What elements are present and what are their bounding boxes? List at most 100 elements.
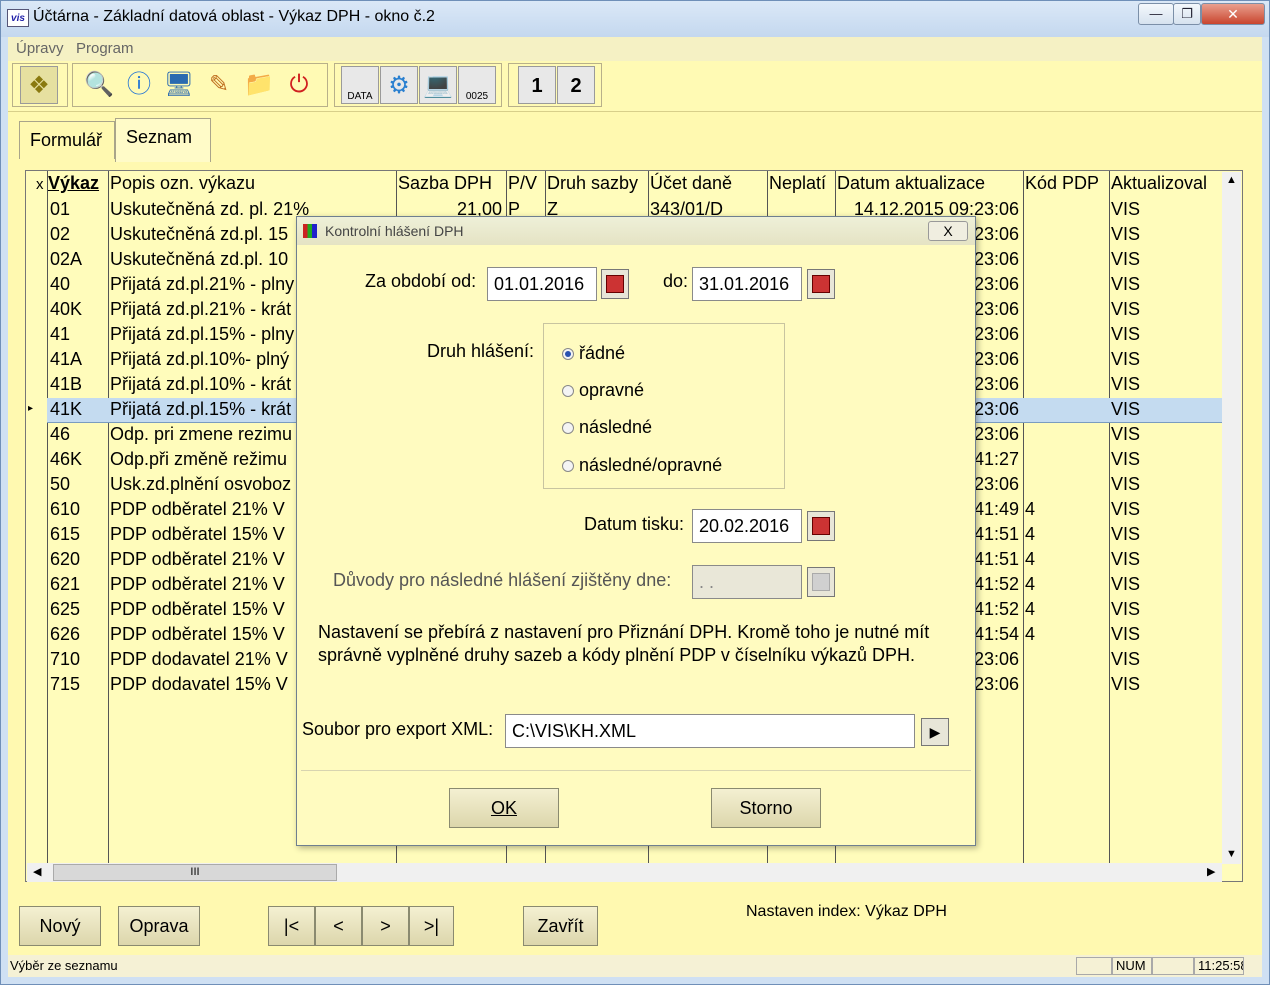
column-header-pv[interactable]: P/V [508, 173, 537, 194]
cell-vykaz: 615 [50, 524, 81, 544]
cell-akt: VIS [1111, 649, 1141, 669]
cell-kod: 4 [1025, 499, 1036, 519]
network-icon[interactable]: 🖥 [160, 66, 198, 104]
print-date-field[interactable]: 20.02.2016 [692, 509, 802, 543]
play-arrow-icon[interactable]: ▶ [921, 718, 949, 746]
cancel-button[interactable]: Storno [711, 788, 821, 828]
column-header-aktualizoval[interactable]: Aktualizoval [1111, 173, 1207, 194]
cell-popis: Přijatá zd.pl.15% - plny [110, 324, 295, 344]
calendar-to-icon[interactable] [807, 269, 835, 299]
app-logo-button[interactable]: ❖ [20, 66, 58, 104]
cell-popis: Přijatá zd.pl.10%- plný [110, 349, 290, 369]
scroll-down-icon[interactable]: ▼ [1226, 848, 1237, 860]
column-header-x[interactable]: x [36, 176, 44, 193]
radio-opravne[interactable] [562, 385, 574, 397]
cell-akt: VIS [1111, 299, 1141, 319]
minimize-button[interactable]: — [1138, 3, 1174, 25]
cell-vykaz: 50 [50, 474, 71, 494]
data-label: DATA [347, 91, 373, 102]
cell-vykaz: 46 [50, 424, 71, 444]
next-record-button[interactable]: > [362, 906, 409, 946]
data-button[interactable]: DATA [341, 66, 379, 104]
cell-akt: VIS [1111, 549, 1141, 569]
close-button[interactable]: Zavřít [523, 906, 598, 946]
cell-akt: VIS [1111, 224, 1141, 244]
cell-akt: VIS [1111, 349, 1141, 369]
export-xml-field[interactable]: C:\VIS\KH.XML [505, 714, 915, 748]
column-header-ucet-dane[interactable]: Účet daně [650, 173, 732, 194]
search-icon[interactable]: 🔍 [80, 66, 118, 104]
column-header-popis[interactable]: Popis ozn. výkazu [110, 173, 255, 194]
cell-vykaz: 626 [50, 624, 81, 644]
status-bar [8, 955, 1262, 977]
window-1-button[interactable]: 1 [518, 66, 556, 104]
prev-record-button[interactable]: < [315, 906, 362, 946]
radio-radne[interactable] [562, 348, 574, 360]
edit-button[interactable]: Oprava [118, 906, 200, 946]
first-record-button[interactable]: |< [268, 906, 315, 946]
column-header-druh-sazby[interactable]: Druh sazby [547, 173, 638, 194]
cell-vykaz: 41A [50, 349, 83, 369]
cell-akt: VIS [1111, 499, 1141, 519]
app-logo-icon: vis [7, 9, 29, 27]
dialog-divider [301, 770, 971, 771]
info-icon[interactable]: ⓘ [120, 66, 158, 104]
period-from-field[interactable]: 01.01.2016 [487, 267, 597, 301]
vertical-scrollbar[interactable]: ▲ ▼ [1222, 172, 1241, 864]
monitor-icon[interactable]: 💻 [419, 66, 457, 104]
calendar-from-icon[interactable] [601, 269, 629, 299]
current-row-indicator-icon: ▸ [28, 403, 34, 414]
column-header-neplati[interactable]: Neplatí [769, 173, 826, 194]
radio-radne-label[interactable]: řádné [579, 343, 625, 364]
cell-vykaz: 01 [50, 199, 71, 219]
horizontal-scrollbar[interactable]: ◀ III ▶ [27, 863, 1222, 882]
cell-popis: Uskutečněná zd.pl. 10 [110, 249, 289, 269]
tab-formular[interactable]: Formulář [19, 121, 115, 159]
column-header-sazba[interactable]: Sazba DPH [398, 173, 492, 194]
settings-gear-icon[interactable]: ⚙ [380, 66, 418, 104]
radio-nasledne-opravne[interactable] [562, 460, 574, 472]
cell-popis: Odp. pri zmene rezimu [110, 424, 293, 444]
kontrolni-hlaseni-dialog: Kontrolní hlášení DPH X Za období od: 01… [296, 216, 976, 846]
window-2-button[interactable]: 2 [557, 66, 595, 104]
menu-program[interactable]: Program [76, 40, 134, 57]
calendar-print-icon[interactable] [807, 511, 835, 541]
dialog-close-button[interactable]: X [928, 221, 968, 241]
period-from-label: Za období od: [365, 271, 477, 291]
close-window-button[interactable]: ✕ [1201, 3, 1265, 25]
scroll-left-icon[interactable]: ◀ [33, 865, 41, 878]
radio-opravne-label[interactable]: opravné [579, 380, 644, 401]
menu-upravy[interactable]: Úpravy [16, 40, 64, 57]
tab-seznam[interactable]: Seznam [115, 118, 211, 162]
cell-akt: VIS [1111, 524, 1141, 544]
dialog-title: Kontrolní hlášení DPH [325, 223, 464, 239]
column-header-vykaz[interactable]: Výkaz [48, 173, 99, 194]
cell-akt: VIS [1111, 624, 1141, 644]
last-record-button[interactable]: >| [409, 906, 454, 946]
folder-icon[interactable]: 📁 [240, 66, 278, 104]
cell-akt: VIS [1111, 324, 1141, 344]
radio-nasledne-opravne-label[interactable]: následné/opravné [579, 455, 722, 476]
column-header-kod-pdp[interactable]: Kód PDP [1025, 173, 1099, 194]
cell-akt: VIS [1111, 474, 1141, 494]
scroll-up-icon[interactable]: ▲ [1226, 174, 1237, 186]
new-button[interactable]: Nový [19, 906, 101, 946]
horizontal-scroll-thumb[interactable]: III [53, 864, 337, 881]
mail-button[interactable]: 0025 [458, 66, 496, 104]
edit-icon[interactable]: ✎ [200, 66, 238, 104]
radio-nasledne-label[interactable]: následné [579, 417, 652, 438]
ok-button[interactable]: OK [449, 788, 559, 828]
cell-popis: PDP odběratel 21% V [110, 549, 285, 569]
column-header-datum[interactable]: Datum aktualizace [837, 173, 985, 194]
period-to-label: do: [663, 271, 689, 291]
cell-akt: VIS [1111, 424, 1141, 444]
restore-button[interactable]: ❐ [1173, 3, 1201, 25]
power-icon[interactable]: ⏻ [280, 66, 318, 104]
radio-nasledne[interactable] [562, 422, 574, 434]
window-2-label: 2 [570, 75, 582, 97]
cell-popis: PDP dodavatel 21% V [110, 649, 288, 669]
index-note: Nastaven index: Výkaz DPH [746, 903, 947, 920]
cell-popis: Přijatá zd.pl.21% - plny [110, 274, 295, 294]
period-to-field[interactable]: 31.01.2016 [692, 267, 802, 301]
scroll-right-icon[interactable]: ▶ [1207, 865, 1215, 878]
